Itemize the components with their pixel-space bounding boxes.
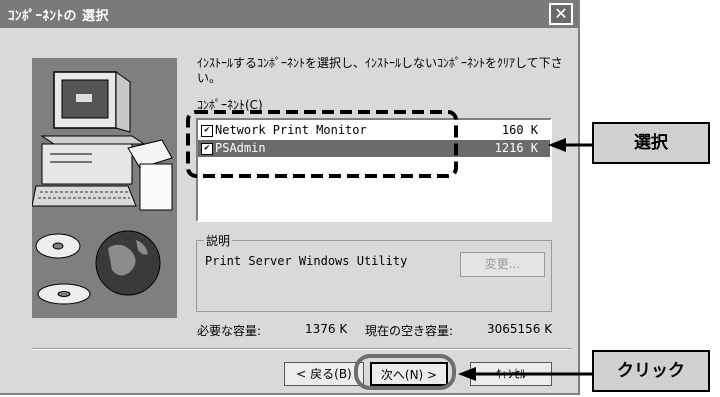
component-size: 160 K xyxy=(501,123,538,137)
checkbox[interactable]: ✔ xyxy=(201,125,213,137)
required-space-value: 1376 K xyxy=(305,322,348,336)
component-name: Network Print Monitor xyxy=(215,123,367,137)
component-name: PSAdmin xyxy=(215,141,266,155)
cancel-button[interactable]: ｷｬﾝｾﾙ xyxy=(470,362,552,386)
change-button[interactable]: 変更... xyxy=(460,252,545,277)
description-label: 説明 xyxy=(204,232,233,249)
description-text: Print Server Windows Utility xyxy=(205,254,408,268)
instruction-text: ｲﾝｽﾄｰﾙするｺﾝﾎﾟｰﾈﾝﾄを選択し、ｲﾝｽﾄｰﾙしないｺﾝﾎﾟｰﾈﾝﾄをｸ… xyxy=(197,56,563,85)
dialog-title: ｺﾝﾎﾟｰﾈﾝﾄの 選択 xyxy=(8,9,110,24)
free-space-label: 現在の空き容量: xyxy=(365,324,454,338)
close-button[interactable]: ✕ xyxy=(549,3,573,25)
setup-illustration xyxy=(31,58,177,318)
divider xyxy=(32,348,572,350)
component-dialog: ｺﾝﾎﾟｰﾈﾝﾄの 選択 ✕ ｲﾝｽﾄｰﾙするｺﾝﾎﾟｰﾈﾝﾄを選択し、ｲﾝｽﾄ… xyxy=(0,0,580,395)
back-button[interactable]: < 戻る(B) xyxy=(284,362,364,386)
list-item[interactable]: ✔ Network Print Monitor 160 K xyxy=(198,122,550,139)
free-space-value: 3065156 K xyxy=(487,322,553,336)
title-bar: ｺﾝﾎﾟｰﾈﾝﾄの 選択 ✕ xyxy=(0,0,578,28)
click-callout: クリック xyxy=(592,350,710,392)
next-button[interactable]: 次へ(N) > xyxy=(370,362,448,386)
component-size: 1216 K xyxy=(494,141,538,155)
list-item[interactable]: ✔ PSAdmin 1216 K xyxy=(198,140,550,157)
checkbox[interactable]: ✔ xyxy=(201,143,213,155)
components-label: ｺﾝﾎﾟｰﾈﾝﾄ(C) xyxy=(197,98,263,112)
computer-illustration-icon xyxy=(31,71,173,305)
select-callout: 選択 xyxy=(592,122,710,164)
required-space-label: 必要な容量: xyxy=(197,324,262,338)
components-listbox[interactable]: ✔ Network Print Monitor 160 K ✔ PSAdmin … xyxy=(196,118,552,222)
